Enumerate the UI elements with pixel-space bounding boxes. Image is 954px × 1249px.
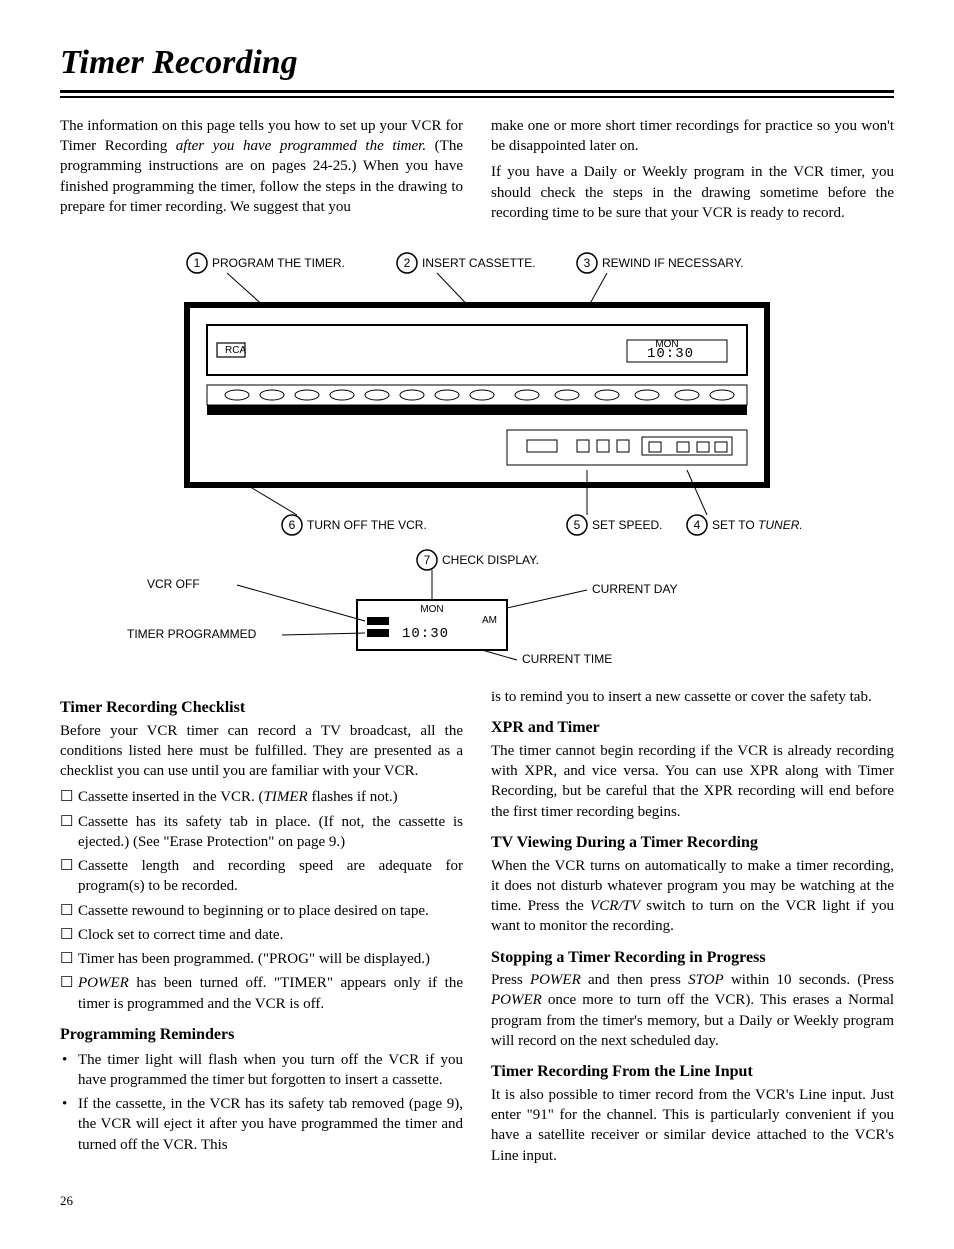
svg-text:VCR OFF: VCR OFF <box>147 577 200 591</box>
list-item: Cassette inserted in the VCR. (TIMER fla… <box>78 787 463 807</box>
list-item: Clock set to correct time and date. <box>78 925 463 945</box>
prog-reminders-list: The timer light will flash when you turn… <box>60 1050 463 1155</box>
svg-text:4: 4 <box>694 518 701 532</box>
svg-text:6: 6 <box>289 518 296 532</box>
list-item: Timer has been programmed. ("PROG" will … <box>78 949 463 969</box>
stop-para: Press POWER and then press STOP within 1… <box>491 970 894 1051</box>
page-title: Timer Recording <box>60 40 894 86</box>
svg-text:TIMER PROGRAMMED: TIMER PROGRAMMED <box>127 627 257 641</box>
checklist-heading: Timer Recording Checklist <box>60 697 463 719</box>
svg-text:2: 2 <box>404 256 411 270</box>
svg-text:PROGRAM THE TIMER.: PROGRAM THE TIMER. <box>212 256 345 270</box>
svg-text:CHECK DISPLAY.: CHECK DISPLAY. <box>442 553 539 567</box>
svg-text:MON: MON <box>420 604 443 615</box>
intro-right-2: If you have a Daily or Weekly program in… <box>491 162 894 223</box>
body-columns: Timer Recording Checklist Before your VC… <box>60 687 894 1172</box>
svg-text:REWIND IF NECESSARY.: REWIND IF NECESSARY. <box>602 256 744 270</box>
list-item: Cassette rewound to beginning or to plac… <box>78 901 463 921</box>
list-item: Cassette has its safety tab in place. (I… <box>78 812 463 853</box>
intro-columns: The information on this page tells you h… <box>60 116 894 229</box>
svg-text:AM: AM <box>482 615 497 626</box>
line-heading: Timer Recording From the Line Input <box>491 1061 894 1083</box>
prog-reminders-heading: Programming Reminders <box>60 1024 463 1046</box>
svg-text:SET SPEED.: SET SPEED. <box>592 518 662 532</box>
tv-para: When the VCR turns on automatically to m… <box>491 856 894 937</box>
svg-text:RCA: RCA <box>225 345 246 356</box>
svg-text:CURRENT TIME: CURRENT TIME <box>522 652 612 665</box>
svg-text:INSERT CASSETTE.: INSERT CASSETTE. <box>422 256 536 270</box>
svg-text:3: 3 <box>584 256 591 270</box>
list-item: Cassette length and recording speed are … <box>78 856 463 897</box>
page-number: 26 <box>60 1192 894 1210</box>
tv-heading: TV Viewing During a Timer Recording <box>491 832 894 854</box>
stop-heading: Stopping a Timer Recording in Progress <box>491 947 894 969</box>
svg-text:10:30: 10:30 <box>402 626 449 642</box>
list-item: If the cassette, in the VCR has its safe… <box>78 1094 463 1155</box>
list-item: POWER has been turned off. "TIMER" appea… <box>78 973 463 1014</box>
checklist-intro: Before your VCR timer can record a TV br… <box>60 721 463 782</box>
vcr-diagram: 1 PROGRAM THE TIMER. 2 INSERT CASSETTE. … <box>87 245 867 665</box>
checklist: Cassette inserted in the VCR. (TIMER fla… <box>60 787 463 1014</box>
svg-text:7: 7 <box>424 553 431 567</box>
intro-right-1: make one or more short timer recordings … <box>491 116 894 157</box>
xpr-para: The timer cannot begin recording if the … <box>491 741 894 822</box>
prog-cont: is to remind you to insert a new cassett… <box>491 687 894 707</box>
svg-text:10:30: 10:30 <box>647 346 694 362</box>
svg-text:CURRENT DAY: CURRENT DAY <box>592 582 678 596</box>
list-item: The timer light will flash when you turn… <box>78 1050 463 1091</box>
svg-text:5: 5 <box>574 518 581 532</box>
intro-left: The information on this page tells you h… <box>60 116 463 217</box>
svg-text:TURN OFF THE VCR.: TURN OFF THE VCR. <box>307 518 427 532</box>
xpr-heading: XPR and Timer <box>491 717 894 739</box>
svg-text:SET TO TUNER.: SET TO TUNER. <box>712 518 803 532</box>
svg-text:1: 1 <box>194 256 201 270</box>
line-para: It is also possible to timer record from… <box>491 1085 894 1166</box>
title-rule <box>60 90 894 98</box>
